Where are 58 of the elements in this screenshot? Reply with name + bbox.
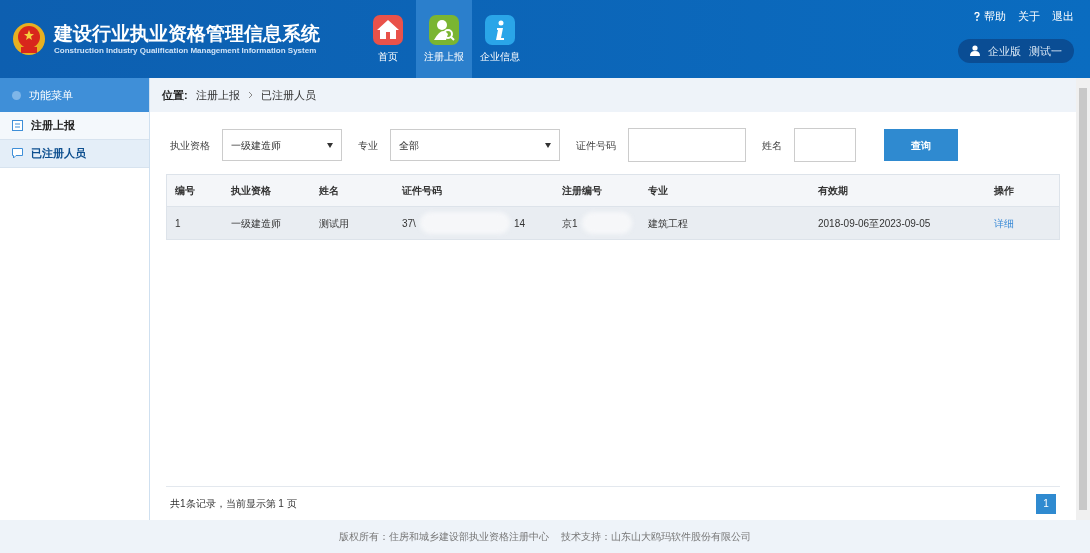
nav-tab[interactable]: 企业信息 [472, 0, 528, 78]
column-header: 操作 [993, 184, 1015, 198]
table-cell-text: 建筑工程 [647, 216, 689, 231]
field-label: 执业资格 [170, 138, 210, 153]
home-icon [373, 14, 403, 45]
search-button[interactable]: 查询 [884, 129, 958, 161]
emblem-icon [12, 22, 46, 56]
field-label: 证件号码 [576, 138, 616, 153]
breadcrumb-item: 已注册人员 [260, 87, 316, 103]
column-header: 编号 [174, 184, 196, 198]
field-label: 姓名 [762, 138, 782, 153]
dropdown[interactable]: 全部 [390, 129, 560, 161]
input-field[interactable] [794, 128, 856, 162]
dropdown[interactable]: 一级建造师 [222, 129, 342, 161]
column-header: 执业资格 [230, 184, 272, 198]
user-icon [970, 45, 980, 57]
table-cell-text: 1 [174, 216, 182, 231]
column-header: 姓名 [318, 184, 340, 198]
table-row[interactable]: 1 一级建造师 测试用 37\ 14 京1 建筑工程 2018-09-06至2023-09-05 详细 [167, 207, 1059, 239]
input-field[interactable] [628, 128, 746, 162]
comment-icon [12, 148, 23, 159]
system-subtitle: Construction Industry Qualification Management Information System [54, 45, 318, 56]
column-header: 专业 [647, 184, 669, 198]
breadcrumb-label: 位置: [162, 87, 188, 103]
caret-icon [327, 142, 333, 148]
footer-text: 版权所有：住房和城乡建设部执业资格注册中心 技术支持：山东山大鸥玛软件股份有限公司 [339, 530, 751, 544]
person-search-icon [429, 14, 459, 45]
sidebar-item[interactable]: 已注册人员 [0, 140, 149, 168]
chevron-icon [247, 91, 253, 99]
nav-tab[interactable]: 首页 [360, 0, 416, 78]
column-header: 注册编号 [561, 184, 603, 198]
column-header: 有效期 [817, 184, 849, 198]
system-title: 建设行业执业资格管理信息系统 [54, 22, 320, 46]
page-button[interactable]: 1 [1036, 493, 1056, 514]
bullet-icon [12, 90, 21, 100]
detail-link[interactable]: 详细 [994, 217, 1014, 229]
table-cell-text: 37\ [402, 216, 416, 231]
caret-icon [545, 142, 551, 148]
nav-tab[interactable]: 注册上报 [416, 0, 472, 78]
sidebar-header: 功能菜单 [0, 78, 149, 112]
help-icon [974, 11, 980, 21]
header-link[interactable]: 帮助 [974, 8, 1006, 25]
sidebar-item[interactable]: 注册上报 [0, 112, 149, 140]
table-cell-text: 一级建造师 [230, 216, 282, 231]
list-icon [12, 120, 23, 131]
record-summary: 共1条记录，当前显示第 1 页 [169, 497, 297, 511]
user-badge[interactable]: 企业版 测试一 [958, 38, 1074, 63]
header-link[interactable]: 退出 [1052, 8, 1074, 25]
table-cell-text: 京1 [562, 216, 578, 231]
info-icon [485, 14, 515, 45]
table-cell-text: 2018-09-06至2023-09-05 [817, 216, 932, 231]
breadcrumb-item[interactable]: 注册上报 [195, 86, 240, 104]
header-link[interactable]: 关于 [1018, 8, 1040, 25]
field-label: 专业 [358, 138, 378, 153]
table-cell-text: 14 [513, 216, 526, 231]
scrollbar[interactable] [1076, 78, 1090, 520]
table-cell-text: 测试用 [318, 216, 350, 231]
column-header: 证件号码 [401, 184, 443, 198]
